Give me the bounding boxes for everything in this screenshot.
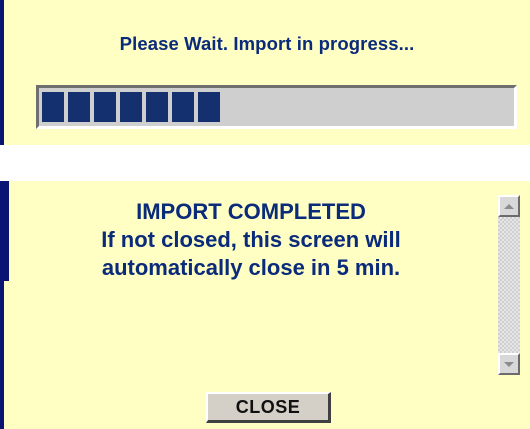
scroll-down-button[interactable]	[498, 353, 520, 375]
scroll-up-button[interactable]	[498, 195, 520, 217]
progress-bar	[36, 85, 517, 129]
progress-block	[94, 92, 116, 122]
vertical-scrollbar[interactable]	[498, 195, 520, 375]
import-progress-panel: Please Wait. Import in progress...	[0, 0, 530, 145]
chevron-down-icon	[504, 361, 514, 367]
progress-message: Please Wait. Import in progress...	[119, 33, 415, 54]
chevron-up-icon	[504, 203, 514, 209]
progress-block	[42, 92, 64, 122]
progress-block	[172, 92, 194, 122]
auto-close-notice-line-1: If not closed, this screen will	[101, 227, 401, 252]
completion-message: IMPORT COMPLETED If not closed, this scr…	[16, 198, 486, 282]
progress-block	[68, 92, 90, 122]
progress-block	[146, 92, 168, 122]
completion-heading: IMPORT COMPLETED	[136, 199, 366, 224]
progress-block	[198, 92, 220, 122]
import-complete-panel: IMPORT COMPLETED If not closed, this scr…	[0, 181, 530, 429]
close-button[interactable]: CLOSE	[206, 392, 331, 423]
auto-close-notice-line-2: automatically close in 5 min.	[101, 255, 401, 280]
progress-bar-fill	[42, 92, 220, 122]
progress-block	[120, 92, 142, 122]
